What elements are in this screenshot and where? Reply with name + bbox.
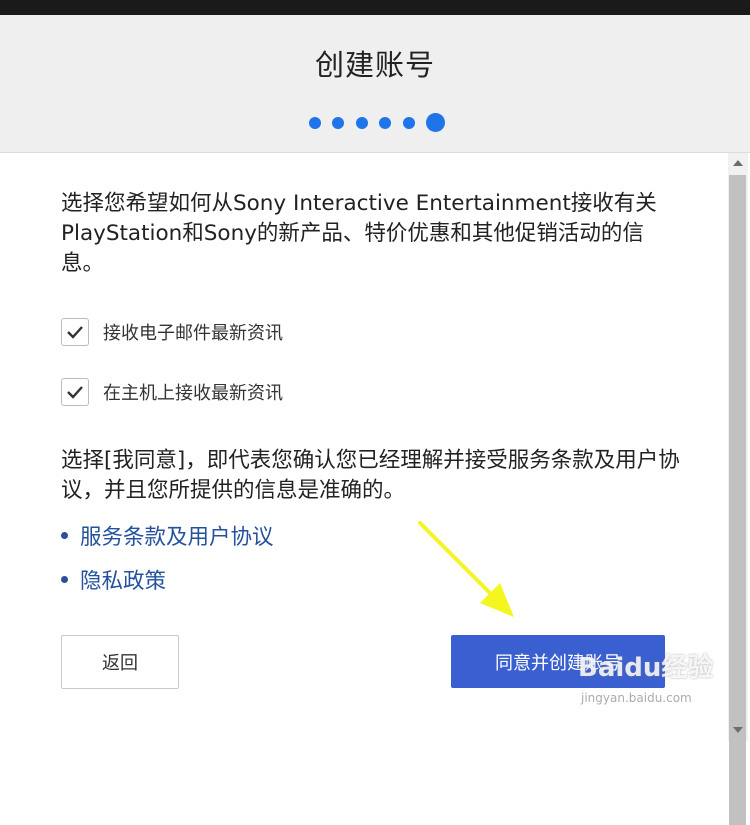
step-dot-1 bbox=[309, 117, 321, 129]
bullet-icon bbox=[61, 532, 68, 539]
dialog-header: 创建账号 bbox=[0, 15, 750, 153]
step-dot-5 bbox=[403, 117, 415, 129]
step-dot-4 bbox=[379, 117, 391, 129]
console-updates-label: 在主机上接收最新资讯 bbox=[103, 383, 283, 404]
watermark-logo-text: Baidu经验 bbox=[578, 653, 714, 683]
step-dot-2 bbox=[332, 117, 344, 129]
dialog-title: 创建账号 bbox=[314, 48, 435, 82]
checkmark-icon bbox=[67, 386, 83, 399]
step-dot-6-current bbox=[426, 113, 445, 132]
terms-link[interactable]: 服务条款及用户协议 bbox=[80, 520, 274, 551]
watermark-site-text: jingyan.baidu.com bbox=[581, 691, 692, 705]
back-button[interactable]: 返回 bbox=[61, 635, 179, 689]
console-updates-checkbox[interactable] bbox=[61, 378, 89, 406]
bullet-icon bbox=[61, 576, 68, 583]
marketing-description: 选择您希望如何从Sony Interactive Entertainment接收… bbox=[61, 191, 657, 276]
email-updates-label: 接收电子邮件最新资讯 bbox=[103, 323, 283, 344]
step-dot-3 bbox=[356, 117, 368, 129]
privacy-link[interactable]: 隐私政策 bbox=[80, 564, 166, 595]
vertical-scrollbar[interactable] bbox=[728, 153, 748, 825]
checkmark-icon bbox=[67, 326, 83, 339]
agreement-text: 选择[我同意]，即代表您确认您已经理解并接受服务条款及用户协议，并且您所提供的信… bbox=[61, 448, 680, 503]
scroll-up-arrow-icon[interactable] bbox=[733, 160, 743, 166]
baidu-watermark: Baidu经验 jingyan.baidu.com bbox=[578, 647, 714, 717]
window-top-bar bbox=[0, 0, 750, 15]
scroll-down-arrow-icon[interactable] bbox=[733, 727, 743, 733]
yellow-arrow-annotation bbox=[418, 521, 514, 617]
email-updates-checkbox[interactable] bbox=[61, 318, 89, 346]
